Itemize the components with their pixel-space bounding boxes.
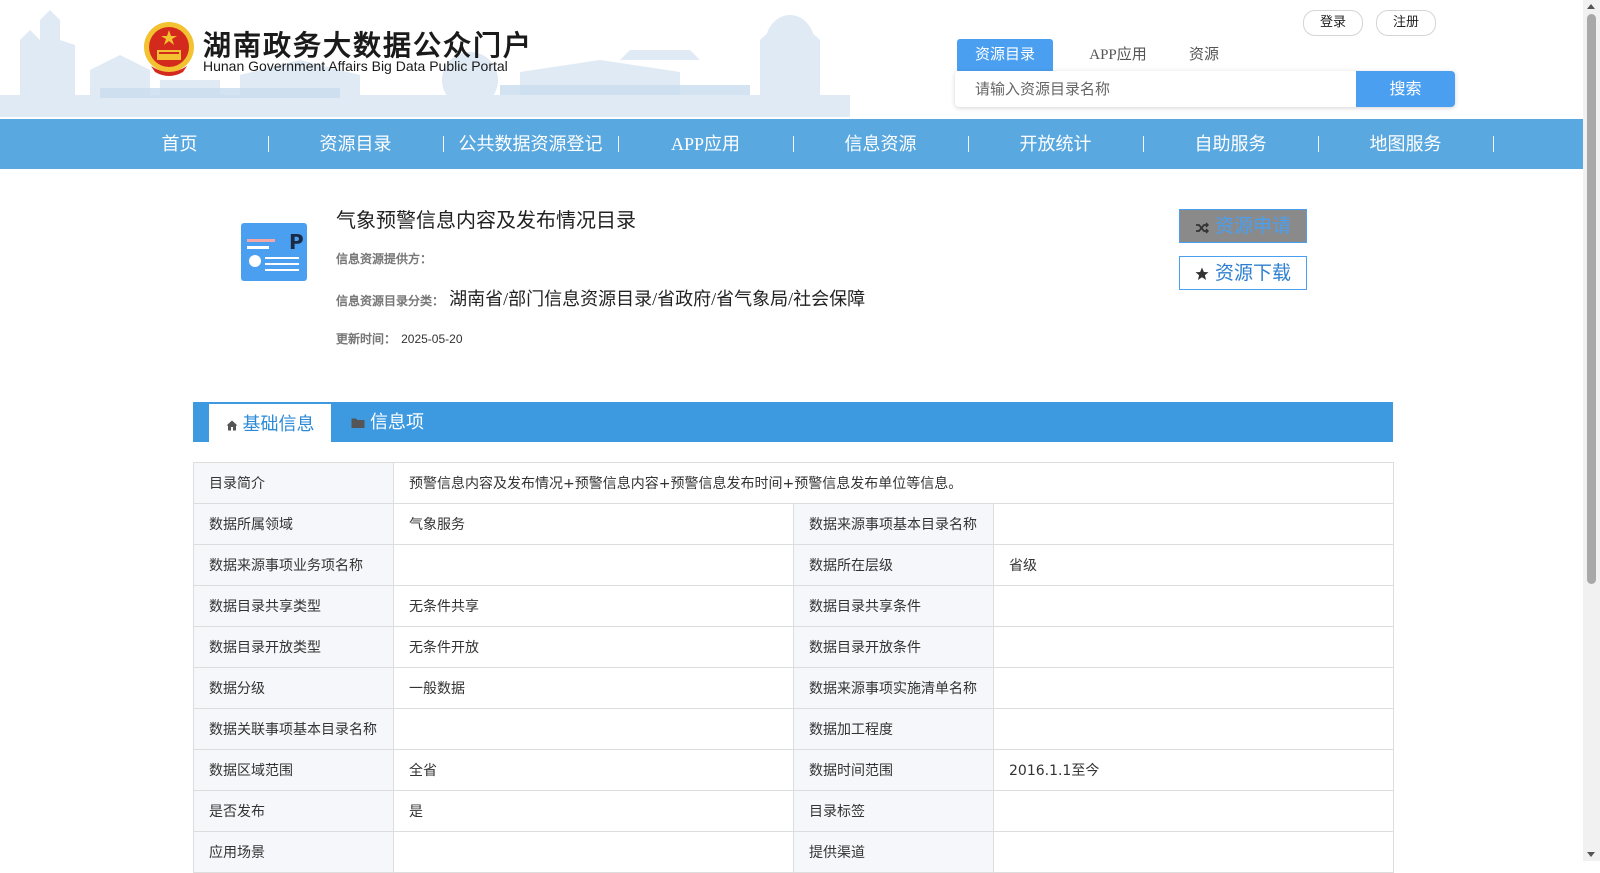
table-row: 数据目录共享类型 无条件共享 数据目录共享条件 xyxy=(193,585,1394,627)
table-row: 数据分级 一般数据 数据来源事项实施清单名称 xyxy=(193,667,1394,709)
cell-label: 数据分级 xyxy=(193,667,394,709)
search-tab-catalog[interactable]: 资源目录 xyxy=(957,39,1053,71)
search-box: 搜索 xyxy=(955,71,1455,107)
scroll-up-arrow-icon[interactable] xyxy=(1587,4,1595,9)
nav-item-self-service[interactable]: 自助服务 xyxy=(1143,119,1318,169)
cell-value xyxy=(993,708,1394,750)
table-row: 数据关联事项基本目录名称 数据加工程度 xyxy=(193,708,1394,750)
search-tab-resource[interactable]: 资源 xyxy=(1174,39,1234,71)
cell-value xyxy=(393,831,794,873)
home-icon xyxy=(226,420,237,431)
detail-tab-bar: 基础信息 信息项 xyxy=(193,402,1393,444)
resource-title: 气象预警信息内容及发布情况目录 xyxy=(336,208,636,232)
cell-value: 预警信息内容及发布情况+预警信息内容+预警信息发布时间+预警信息发布单位等信息。 xyxy=(393,462,1394,504)
national-emblem-icon xyxy=(144,22,194,76)
resource-document-icon: P xyxy=(241,223,307,281)
cell-label: 数据时间范围 xyxy=(793,749,994,791)
cell-value: 是 xyxy=(393,790,794,832)
download-resource-button[interactable]: 资源下载 xyxy=(1179,256,1307,290)
table-row: 数据目录开放类型 无条件开放 数据目录开放条件 xyxy=(193,626,1394,668)
search-tab-app[interactable]: APP应用 xyxy=(1068,39,1168,71)
scrollbar-thumb[interactable] xyxy=(1587,14,1596,584)
table-row: 数据区域范围 全省 数据时间范围 2016.1.1至今 xyxy=(193,749,1394,791)
cell-label: 数据关联事项基本目录名称 xyxy=(193,708,394,750)
scroll-down-arrow-icon[interactable] xyxy=(1587,852,1595,857)
cell-label: 目录简介 xyxy=(193,462,394,504)
table-row: 应用场景 提供渠道 xyxy=(193,831,1394,873)
table-row: 目录简介 预警信息内容及发布情况+预警信息内容+预警信息发布时间+预警信息发布单… xyxy=(193,462,1394,504)
updated-label: 更新时间： xyxy=(336,332,397,346)
cell-value: 无条件共享 xyxy=(393,585,794,627)
cell-value xyxy=(993,831,1394,873)
cell-label: 数据来源事项基本目录名称 xyxy=(793,503,994,545)
cell-label: 数据所在层级 xyxy=(793,544,994,586)
site-title-en: Hunan Government Affairs Big Data Public… xyxy=(203,58,508,74)
apply-resource-label: 资源申请 xyxy=(1214,215,1291,237)
tab-info-items-label: 信息项 xyxy=(370,412,424,432)
cell-value xyxy=(993,626,1394,668)
cell-label: 目录标签 xyxy=(793,790,994,832)
apply-resource-button[interactable]: 资源申请 xyxy=(1179,209,1307,243)
tab-basic-info[interactable]: 基础信息 xyxy=(209,404,331,444)
cell-value: 全省 xyxy=(393,749,794,791)
nav-item-catalog[interactable]: 资源目录 xyxy=(268,119,443,169)
star-icon xyxy=(1195,267,1209,280)
cell-label: 应用场景 xyxy=(193,831,394,873)
category-value: 湖南省/部门信息资源目录/省政府/省气象局/社会保障 xyxy=(449,289,866,309)
search-input[interactable] xyxy=(955,71,1355,107)
updated-value: 2025-05-20 xyxy=(401,332,463,346)
cell-label: 是否发布 xyxy=(193,790,394,832)
cell-label: 数据目录共享类型 xyxy=(193,585,394,627)
svg-text:P: P xyxy=(289,230,304,254)
main-nav: 首页 资源目录 公共数据资源登记 APP应用 信息资源 开放统计 自助服务 地图… xyxy=(0,119,1583,169)
cell-value: 省级 xyxy=(993,544,1394,586)
cell-label: 数据来源事项实施清单名称 xyxy=(793,667,994,709)
register-button[interactable]: 注册 xyxy=(1376,10,1436,36)
cell-value xyxy=(393,544,794,586)
cell-label: 数据加工程度 xyxy=(793,708,994,750)
nav-separator xyxy=(1493,136,1494,152)
cell-label: 提供渠道 xyxy=(793,831,994,873)
nav-item-home[interactable]: 首页 xyxy=(92,119,267,169)
page-scrollbar[interactable] xyxy=(1583,0,1600,861)
cell-label: 数据来源事项业务项名称 xyxy=(193,544,394,586)
search-button[interactable]: 搜索 xyxy=(1356,71,1455,107)
cell-value: 2016.1.1至今 xyxy=(993,749,1394,791)
tab-basic-info-label: 基础信息 xyxy=(242,414,315,434)
cell-value xyxy=(993,585,1394,627)
download-resource-label: 资源下载 xyxy=(1214,262,1291,284)
cell-value: 无条件开放 xyxy=(393,626,794,668)
cell-value: 一般数据 xyxy=(393,667,794,709)
nav-item-public-data-registration[interactable]: 公共数据资源登记 xyxy=(443,119,618,169)
cell-label: 数据区域范围 xyxy=(193,749,394,791)
folder-icon xyxy=(351,418,365,428)
updated-row: 更新时间： 2025-05-20 xyxy=(336,328,463,347)
tab-info-items[interactable]: 信息项 xyxy=(351,402,424,442)
cell-label: 数据所属领域 xyxy=(193,503,394,545)
cell-value: 气象服务 xyxy=(393,503,794,545)
login-button[interactable]: 登录 xyxy=(1303,10,1363,36)
table-row: 数据来源事项业务项名称 数据所在层级 省级 xyxy=(193,544,1394,586)
category-row: 信息资源目录分类： 湖南省/部门信息资源目录/省政府/省气象局/社会保障 xyxy=(336,285,865,311)
category-label: 信息资源目录分类： xyxy=(336,294,445,308)
cell-value xyxy=(993,667,1394,709)
table-row: 是否发布 是 目录标签 xyxy=(193,790,1394,832)
cell-label: 数据目录开放类型 xyxy=(193,626,394,668)
nav-item-open-stats[interactable]: 开放统计 xyxy=(968,119,1143,169)
nav-item-app[interactable]: APP应用 xyxy=(618,119,793,169)
provider-row: 信息资源提供方： xyxy=(336,248,432,267)
cell-label: 数据目录开放条件 xyxy=(793,626,994,668)
cell-value xyxy=(393,708,794,750)
table-row: 数据所属领域 气象服务 数据来源事项基本目录名称 xyxy=(193,503,1394,545)
cell-value xyxy=(993,790,1394,832)
site-header: 湖南政务大数据公众门户 Hunan Government Affairs Big… xyxy=(0,0,1583,117)
shuffle-icon xyxy=(1195,222,1210,234)
provider-label: 信息资源提供方： xyxy=(336,252,433,266)
cell-value xyxy=(993,503,1394,545)
cell-label: 数据目录共享条件 xyxy=(793,585,994,627)
nav-item-map-service[interactable]: 地图服务 xyxy=(1318,119,1493,169)
basic-info-table: 目录简介 预警信息内容及发布情况+预警信息内容+预警信息发布时间+预警信息发布单… xyxy=(193,462,1394,873)
nav-item-info-resources[interactable]: 信息资源 xyxy=(793,119,968,169)
